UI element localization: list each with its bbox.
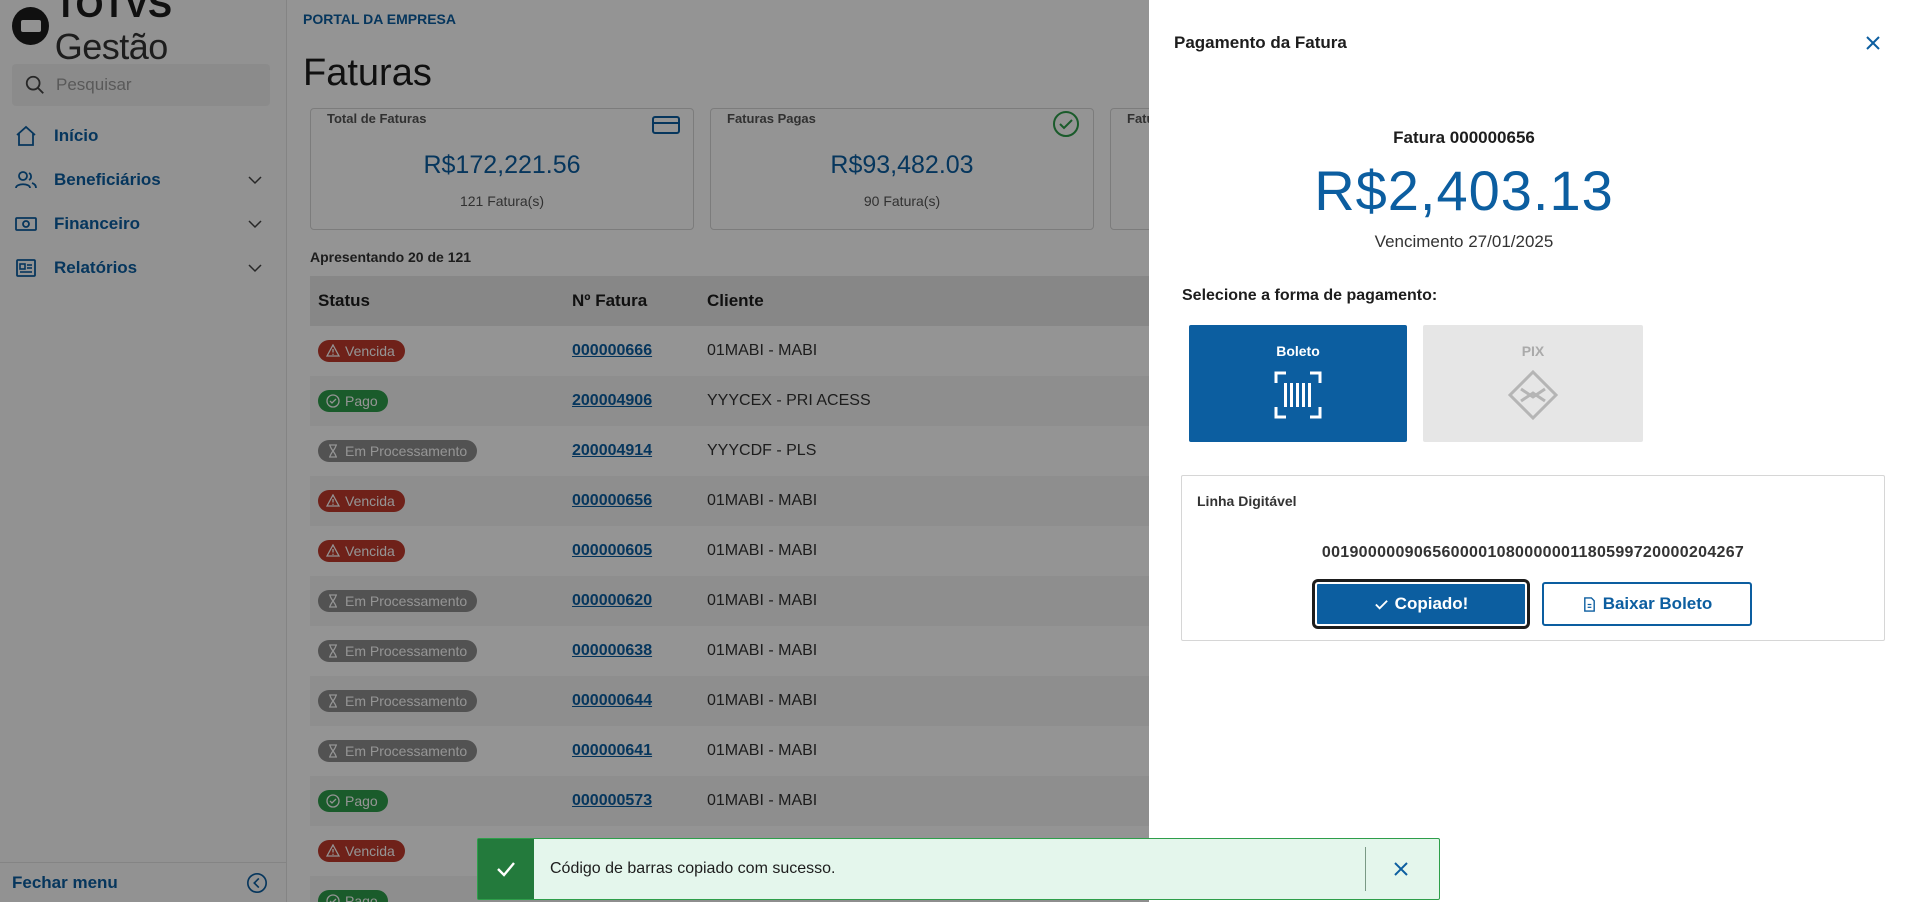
success-toast: Código de barras copiado com sucesso.: [477, 838, 1440, 900]
toast-divider: [1365, 847, 1366, 891]
linha-digitavel-label: Linha Digitável: [1197, 493, 1297, 509]
invoice-label: Fatura 000000656: [1393, 128, 1535, 147]
copy-button[interactable]: Copiado!: [1315, 582, 1527, 626]
file-icon: [1583, 596, 1595, 612]
modal-backdrop[interactable]: [0, 0, 1149, 902]
option-label: Boleto: [1276, 343, 1320, 359]
option-label: PIX: [1521, 343, 1545, 359]
invoice-amount: R$2,403.13: [1314, 159, 1614, 222]
close-icon[interactable]: [1863, 33, 1883, 53]
toast-icon-box: [478, 839, 534, 899]
linha-digitavel-code[interactable]: 0019000009065600001080000001180599720000…: [1182, 544, 1884, 562]
check-icon: [1374, 599, 1388, 610]
payment-method-label: Selecione a forma de pagamento:: [1182, 287, 1438, 304]
check-icon: [497, 862, 515, 877]
copy-button-label: Copiado!: [1394, 594, 1469, 613]
drawer-title: Pagamento da Fatura: [1174, 33, 1347, 52]
pix-icon: [1507, 369, 1559, 421]
linha-digitavel-box: Linha Digitável 001900000906560000108000…: [1181, 475, 1885, 641]
payment-option-pix[interactable]: PIX: [1423, 325, 1643, 442]
download-boleto-button[interactable]: Baixar Boleto: [1542, 582, 1752, 626]
payment-drawer: Pagamento da Fatura Fatura 000000656 R$2…: [1149, 0, 1911, 902]
due-date: Vencimento 27/01/2025: [1374, 232, 1554, 251]
close-icon[interactable]: [1393, 861, 1409, 877]
payment-option-boleto[interactable]: Boleto: [1189, 325, 1407, 442]
download-button-label: Baixar Boleto: [1602, 594, 1713, 613]
barcode-icon: [1274, 371, 1322, 419]
toast-message: Código de barras copiado com sucesso.: [550, 860, 836, 877]
